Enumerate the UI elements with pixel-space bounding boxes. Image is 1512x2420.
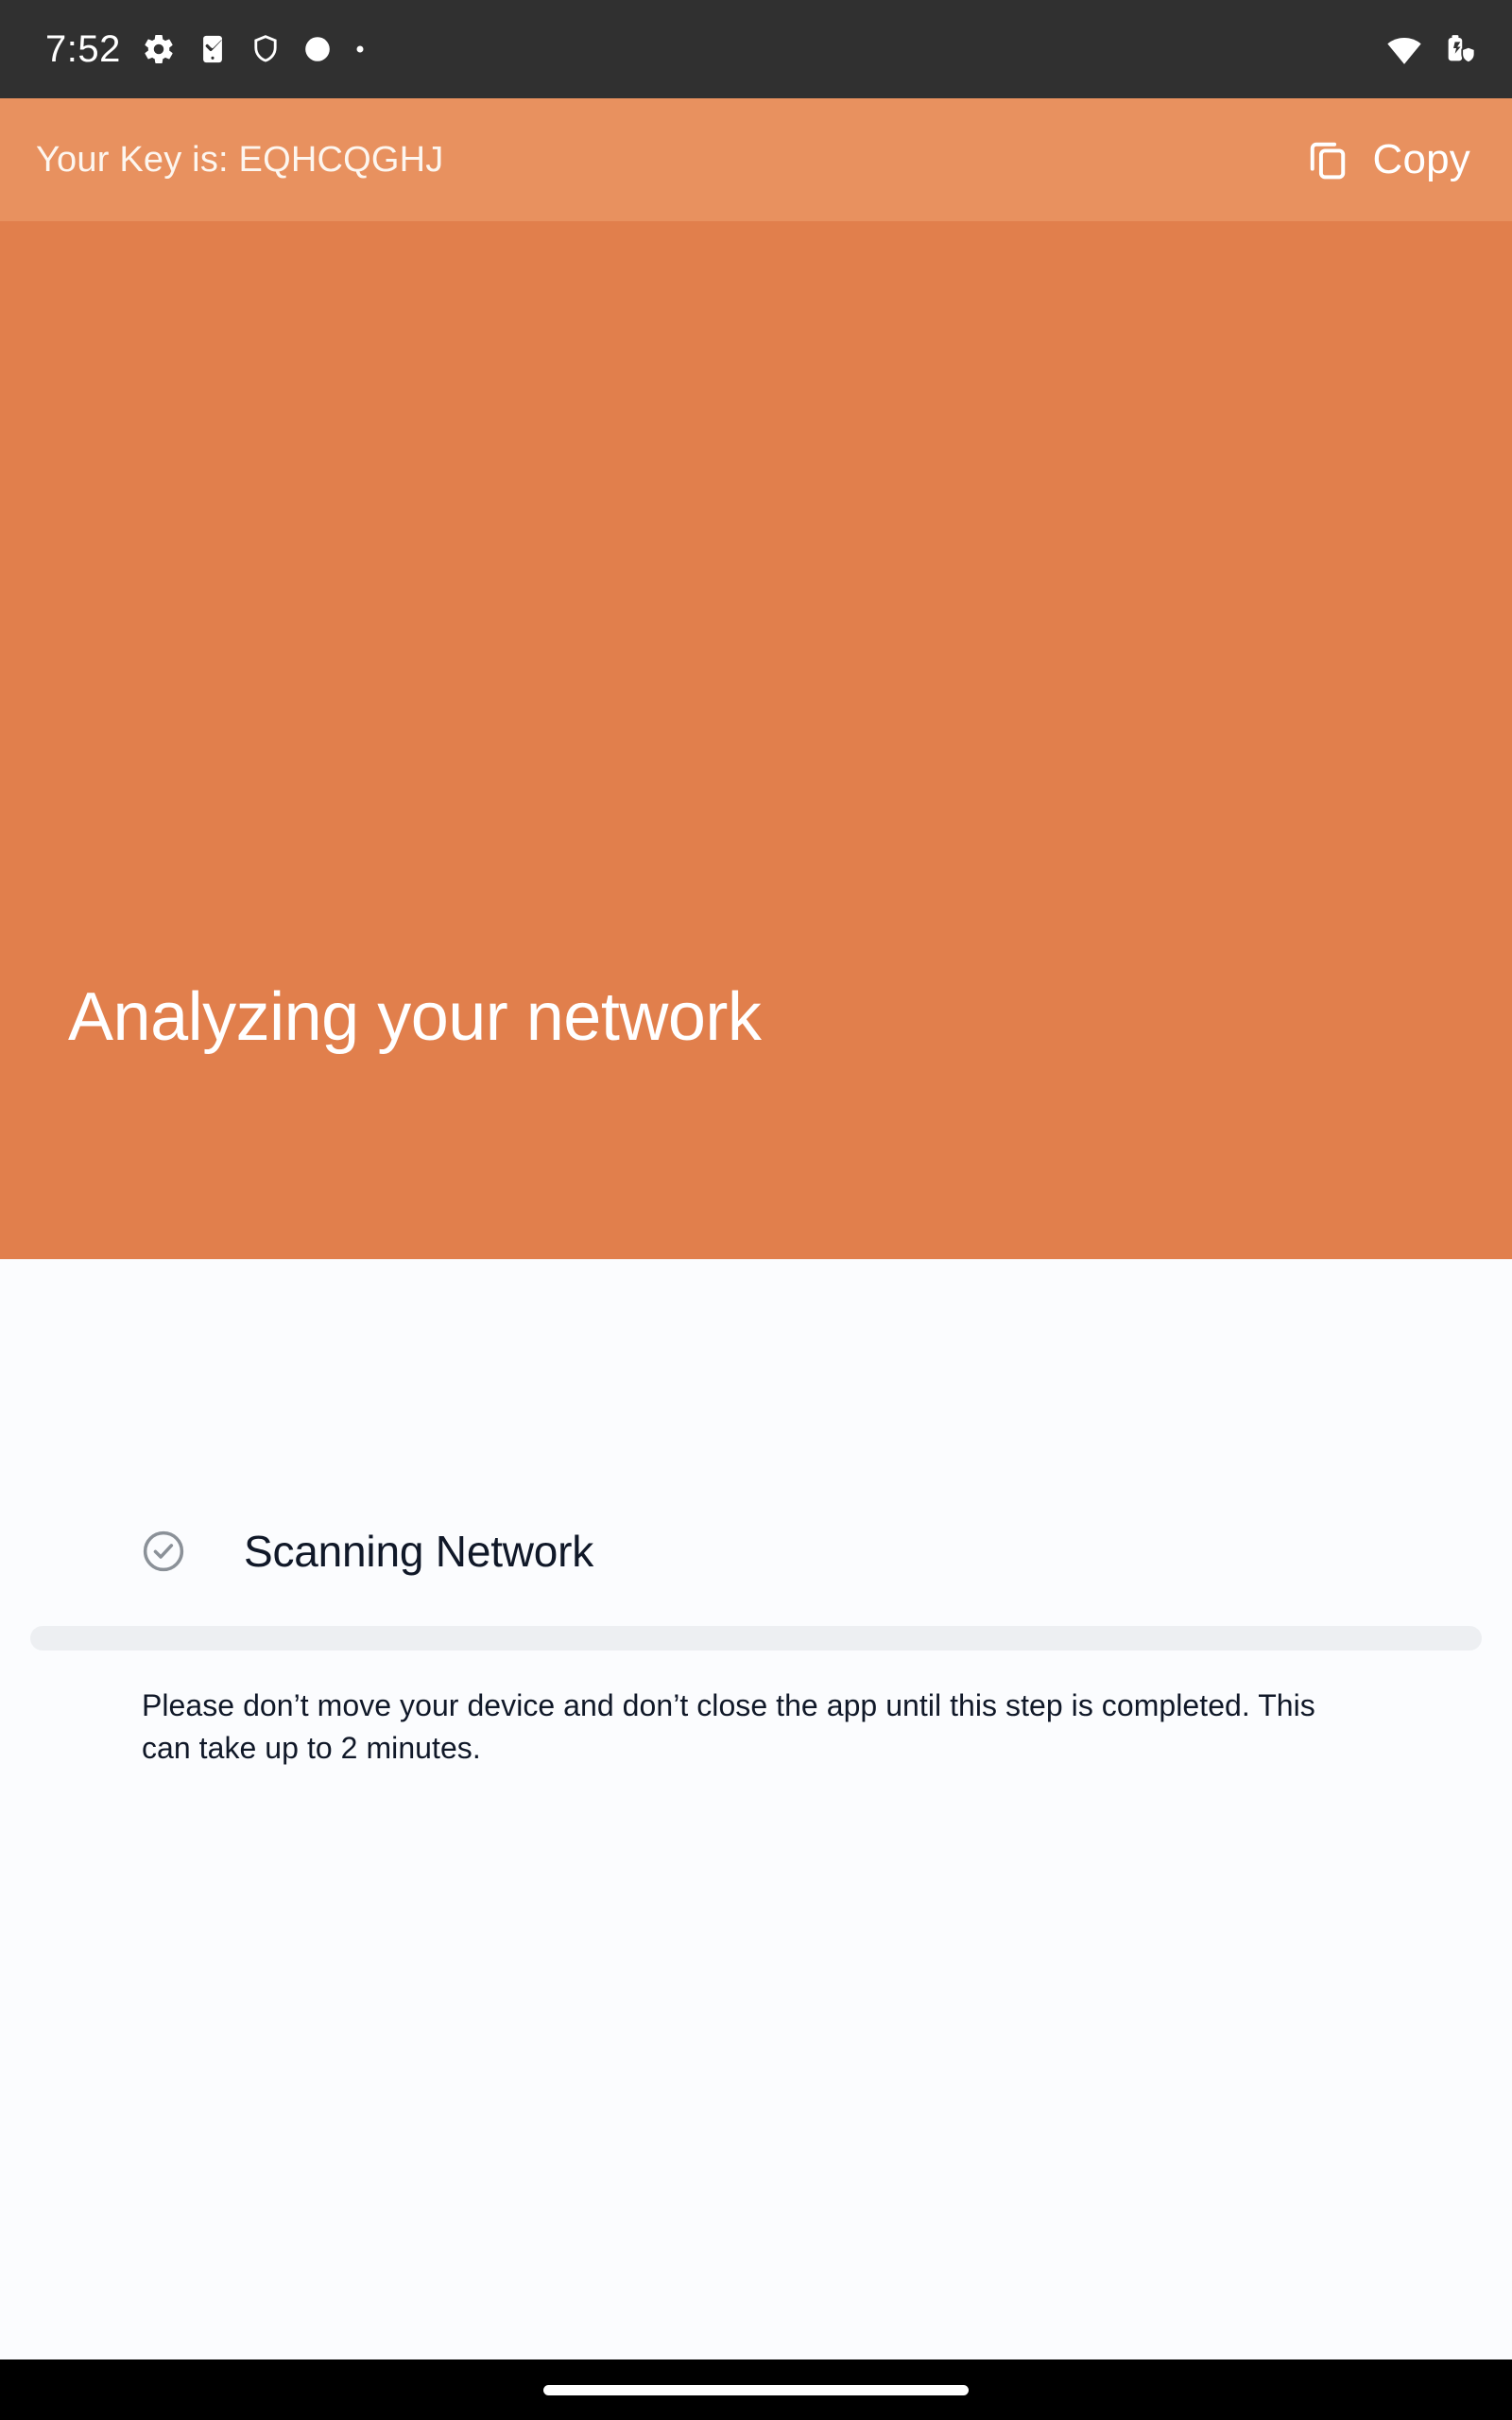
- current-step-row: Scanning Network: [140, 1528, 593, 1575]
- app-screen: 7:52 Your Key is: EQHCQGHJ Copy Analyzin…: [0, 0, 1512, 2420]
- wifi-icon: [1385, 30, 1423, 68]
- gear-icon: [142, 32, 176, 66]
- small-dot-icon: [353, 43, 367, 56]
- battery-shield-icon: [1442, 31, 1478, 67]
- status-bar: 7:52: [0, 0, 1512, 98]
- system-navigation-bar: [0, 2360, 1512, 2420]
- shield-icon: [249, 33, 282, 65]
- phone-check-icon: [197, 33, 229, 65]
- progress-bar: [30, 1626, 1482, 1651]
- current-step-title: Scanning Network: [244, 1527, 594, 1576]
- copy-button[interactable]: Copy: [1304, 136, 1470, 183]
- hero-section: Analyzing your network 1 of 4: [0, 221, 1512, 1359]
- gesture-pill[interactable]: [543, 2384, 969, 2395]
- step-hint-text: Please don’t move your device and don’t …: [142, 1688, 1315, 1766]
- key-text: Your Key is: EQHCQGHJ: [36, 139, 444, 180]
- page-title: Analyzing your network: [68, 979, 762, 1055]
- status-bar-right: [1385, 30, 1478, 68]
- key-bar: Your Key is: EQHCQGHJ Copy: [0, 98, 1512, 221]
- copy-button-label: Copy: [1372, 136, 1470, 182]
- content-area: Scanning Network Please don’t move your …: [0, 1259, 1512, 2420]
- check-circle-icon: [140, 1528, 187, 1575]
- copy-icon: [1304, 136, 1351, 183]
- circle-dot-icon: [302, 34, 333, 64]
- status-clock: 7:52: [45, 28, 121, 70]
- status-bar-left: 7:52: [45, 30, 367, 68]
